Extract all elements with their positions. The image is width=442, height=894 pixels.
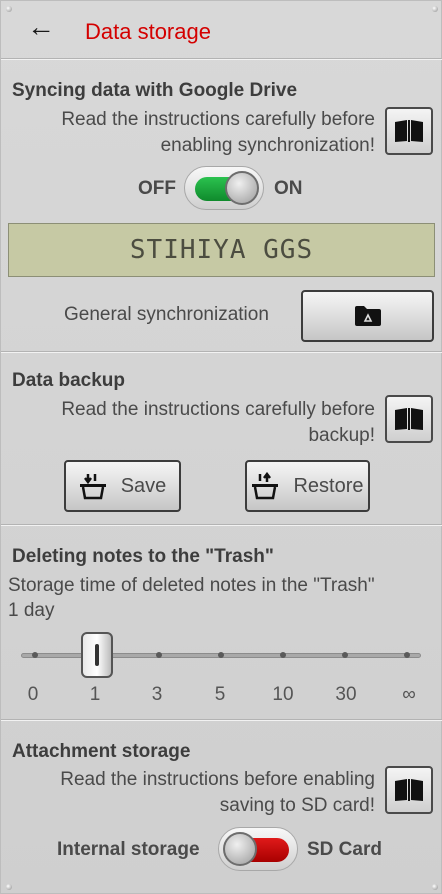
basket-download-icon: [79, 474, 106, 500]
instruction-line: enabling synchronization!: [160, 135, 375, 156]
screw-decoration: [6, 884, 12, 890]
book-icon: [395, 408, 423, 430]
internal-storage-label: Internal storage: [57, 839, 200, 860]
slider-step-dot: [156, 652, 162, 658]
restore-backup-button[interactable]: Restore: [245, 460, 370, 512]
slider-tick-label: 3: [151, 684, 163, 705]
page-title: Data storage: [85, 19, 211, 44]
backup-instructions: Read the instructions carefully before b…: [61, 397, 375, 449]
sd-card-label: SD Card: [307, 839, 382, 860]
trash-slider-thumb[interactable]: [81, 632, 113, 678]
trash-storage-value: 1 day: [8, 600, 55, 621]
slider-step-dot: [404, 652, 410, 658]
instruction-line: Read the instructions carefully before: [61, 399, 375, 420]
google-sync-instructions: Read the instructions carefully before e…: [61, 107, 375, 159]
divider: [1, 351, 442, 353]
general-sync-label: General synchronization: [64, 304, 269, 325]
slider-step-dot: [32, 652, 38, 658]
instruction-line: saving to SD card!: [219, 795, 375, 816]
restore-label: Restore: [293, 474, 364, 497]
app-frame: ← Data storage Syncing data with Google …: [0, 0, 442, 894]
attachment-storage-toggle[interactable]: [218, 827, 298, 871]
section-heading-backup: Data backup: [12, 370, 125, 391]
backup-instructions-button[interactable]: [385, 395, 433, 443]
attachments-instructions-button[interactable]: [385, 766, 433, 814]
attachments-instructions: Read the instructions before enabling sa…: [60, 767, 375, 819]
slider-step-dot: [280, 652, 286, 658]
basket-upload-icon: [252, 472, 279, 500]
save-backup-button[interactable]: Save: [64, 460, 181, 512]
back-arrow-icon[interactable]: ←: [27, 11, 55, 43]
slider-tick-label: 0: [27, 684, 39, 705]
slider-tick-label: ∞: [402, 684, 416, 705]
toggle-knob: [225, 171, 259, 205]
screw-decoration: [432, 884, 438, 890]
google-sync-instructions-button[interactable]: [385, 107, 433, 155]
book-icon: [395, 779, 423, 801]
divider: [1, 524, 442, 526]
slider-step-dot: [218, 652, 224, 658]
trash-storage-description: Storage time of deleted notes in the "Tr…: [8, 575, 375, 596]
instruction-line: Read the instructions before enabling: [60, 769, 375, 790]
top-bar: ← Data storage: [1, 1, 442, 59]
section-heading-trash: Deleting notes to the "Trash": [12, 546, 274, 567]
section-heading-attachments: Attachment storage: [12, 741, 191, 762]
slider-step-dot: [342, 652, 348, 658]
instruction-line: Read the instructions carefully before: [61, 109, 375, 130]
slider-tick-label: 10: [272, 684, 294, 705]
toggle-on-label: ON: [274, 178, 303, 199]
slider-tick-label: 30: [335, 684, 357, 705]
book-icon: [395, 120, 423, 142]
slider-tick-label: 1: [89, 684, 101, 705]
google-drive-folder-icon: [354, 306, 381, 326]
slider-tick-label: 5: [214, 684, 226, 705]
toggle-knob: [223, 832, 257, 866]
save-label: Save: [120, 474, 167, 497]
thumb-grip: [95, 644, 99, 666]
google-sync-toggle[interactable]: [184, 166, 264, 210]
toggle-off-label: OFF: [138, 178, 176, 199]
general-sync-button[interactable]: [301, 290, 434, 342]
section-heading-google-sync: Syncing data with Google Drive: [12, 80, 298, 101]
instruction-line: backup!: [308, 425, 375, 446]
sync-account-display: STIHIYA GGS: [8, 223, 435, 277]
divider: [1, 719, 442, 721]
divider: [1, 58, 442, 60]
